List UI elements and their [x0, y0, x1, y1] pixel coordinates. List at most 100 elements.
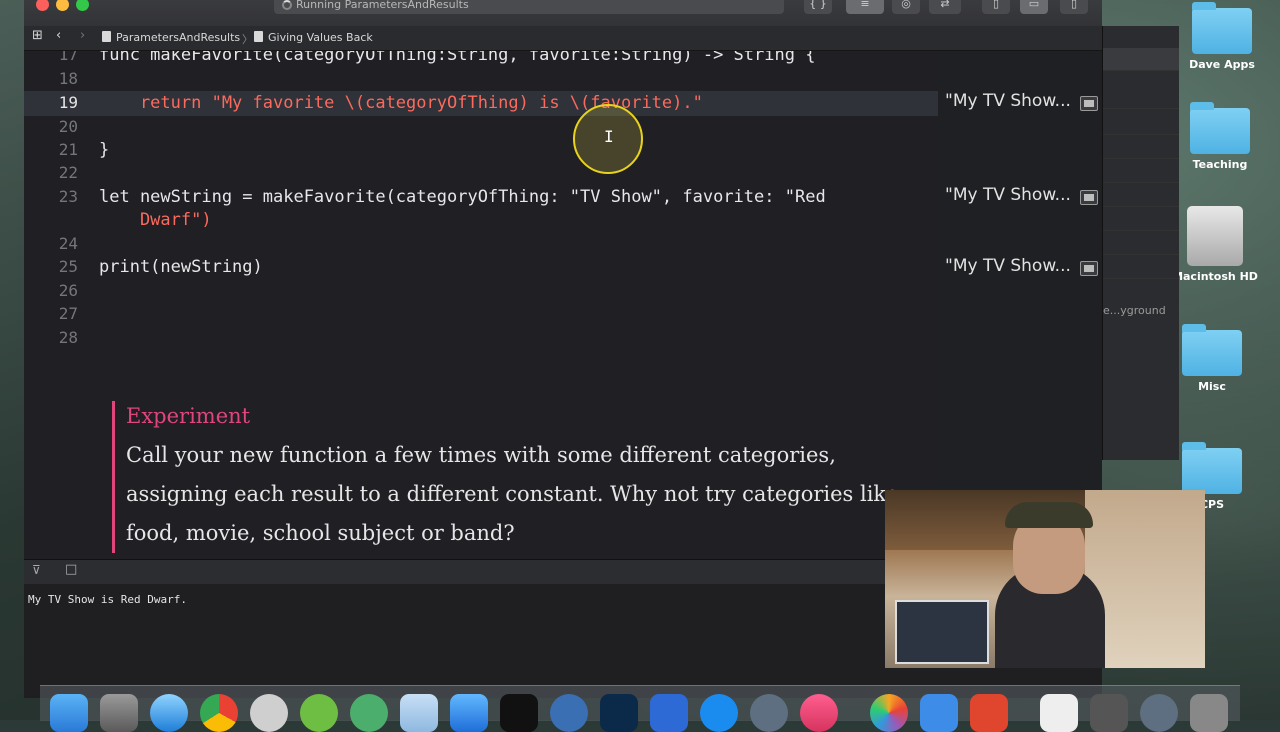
version-editor-button[interactable]: ⇄: [929, 0, 961, 14]
background-window-row: [1103, 48, 1179, 71]
code-line-17[interactable]: func makeFavorite(categoryOfThing:String…: [99, 51, 815, 65]
background-window-row: [1103, 256, 1179, 279]
desktop-folder-dave-apps[interactable]: Dave Apps: [1177, 2, 1267, 71]
quick-look-icon[interactable]: [1080, 96, 1098, 111]
result-value[interactable]: "My TV Show...: [945, 185, 1071, 205]
line-number: 27: [58, 304, 78, 323]
line-number: 19: [58, 93, 78, 112]
background-window-row: [1103, 160, 1179, 183]
photoshop-icon[interactable]: [600, 694, 638, 732]
desktop-icon-label: Teaching: [1192, 158, 1248, 171]
standard-editor-button[interactable]: ≡: [846, 0, 884, 14]
result-value[interactable]: "My TV Show...: [945, 91, 1071, 111]
code-line-17-text: func makeFavorite(categoryOfThing:String…: [99, 51, 816, 65]
mindnode-icon[interactable]: [250, 694, 288, 732]
terminal-icon[interactable]: [500, 694, 538, 732]
background-window-label: e...yground: [1103, 304, 1166, 317]
trash-icon[interactable]: [1190, 694, 1228, 732]
webcam-laptop: [895, 600, 989, 664]
ibeam-cursor-icon: I: [604, 127, 614, 146]
atom-icon[interactable]: [350, 694, 388, 732]
desktop-icon-label: Dave Apps: [1189, 58, 1255, 71]
hide-debug-area-icon[interactable]: ⊽: [32, 563, 41, 577]
line-number: 25: [58, 257, 78, 276]
code-line-21[interactable]: }: [99, 140, 109, 160]
code-line-23-wrap-text: Dwarf"): [99, 210, 212, 230]
experiment-body: Call your new function a few times with …: [126, 443, 899, 545]
app-store-icon[interactable]: [700, 694, 738, 732]
code-editor[interactable]: 17 18 19 20 21 22 23 24 25 26 27 28 func…: [24, 51, 938, 559]
breadcrumb-project[interactable]: ParametersAndResults: [102, 31, 240, 44]
result-value[interactable]: "My TV Show...: [945, 256, 1071, 276]
breadcrumb-separator: 〉: [242, 33, 253, 46]
line-number: 26: [58, 281, 78, 300]
clear-console-icon[interactable]: □: [65, 562, 77, 577]
background-window[interactable]: e...yground: [1102, 26, 1179, 460]
left-panel-icon: ▯: [992, 0, 1000, 10]
line-number: 18: [58, 69, 78, 88]
activity-text: Running ParametersAndResults: [296, 0, 469, 11]
app-icon[interactable]: [400, 694, 438, 732]
desktop-icon-label: Macintosh HD: [1172, 270, 1258, 283]
file-icon: [102, 31, 111, 42]
dock: [40, 685, 1240, 732]
app-icon[interactable]: [1140, 694, 1178, 732]
assistant-editor-button[interactable]: ◎: [892, 0, 920, 14]
quicktime-icon[interactable]: [750, 694, 788, 732]
photos-icon[interactable]: [870, 694, 908, 732]
minimize-window-button[interactable]: [56, 0, 69, 11]
line-number: 17: [58, 51, 78, 64]
navigator-toggle-button[interactable]: ▯: [982, 0, 1010, 14]
document-icon[interactable]: [1040, 694, 1078, 732]
desktop-folder-misc[interactable]: Misc: [1167, 324, 1257, 393]
braces-icon: { }: [809, 0, 827, 10]
close-window-button[interactable]: [36, 0, 49, 11]
code-line-23-text: let newString = makeFavorite(categoryOfT…: [99, 187, 826, 207]
background-window-row: [1103, 112, 1179, 135]
sourcetree-icon[interactable]: [300, 694, 338, 732]
bottom-panel-icon: ▭: [1028, 0, 1040, 10]
zoom-window-button[interactable]: [76, 0, 89, 11]
line-number: 23: [58, 187, 78, 206]
background-window-row: [1103, 232, 1179, 255]
app-icon[interactable]: [920, 694, 958, 732]
experiment-callout: Experiment Call your new function a few …: [112, 401, 926, 553]
app-icon[interactable]: [550, 694, 588, 732]
code-line-25[interactable]: print(newString): [99, 257, 263, 277]
back-arrow-icon[interactable]: ‹: [56, 28, 61, 43]
app-icon[interactable]: [650, 694, 688, 732]
finder-icon[interactable]: [50, 694, 88, 732]
system-preferences-icon[interactable]: [100, 694, 138, 732]
chrome-icon[interactable]: [200, 694, 238, 732]
jump-bar: ⊞ ‹ › ParametersAndResults 〉 Giving Valu…: [24, 26, 1102, 51]
folder-icon: [1182, 442, 1242, 494]
arrows-icon: ⇄: [940, 0, 950, 10]
code-line-23-wrap[interactable]: Dwarf"): [99, 210, 212, 230]
results-sidebar: "My TV Show... "My TV Show... "My TV Sho…: [938, 51, 1102, 559]
quick-look-icon[interactable]: [1080, 190, 1098, 205]
related-items-icon[interactable]: ⊞: [32, 28, 43, 43]
desktop-folder-teaching[interactable]: Teaching: [1175, 102, 1265, 171]
code-review-button[interactable]: { }: [804, 0, 832, 14]
webcam-overlay: [885, 490, 1205, 668]
safari-icon[interactable]: [150, 694, 188, 732]
forward-arrow-icon[interactable]: ›: [80, 28, 85, 43]
hard-drive-icon: [1187, 206, 1243, 266]
quick-look-icon[interactable]: [1080, 261, 1098, 276]
app-icon[interactable]: [970, 694, 1008, 732]
desktop-drive-macintosh-hd[interactable]: Macintosh HD: [1170, 206, 1260, 283]
xcode-icon[interactable]: [450, 694, 488, 732]
line-number: 28: [58, 328, 78, 347]
inspector-toggle-button[interactable]: ▯: [1060, 0, 1088, 14]
desktop-icon-label: Misc: [1198, 380, 1226, 393]
itunes-icon[interactable]: [800, 694, 838, 732]
debug-area-toggle-button[interactable]: ▭: [1020, 0, 1048, 14]
app-icon[interactable]: [1090, 694, 1128, 732]
code-line-23[interactable]: let newString = makeFavorite(categoryOfT…: [99, 187, 826, 207]
breadcrumb-project-label: ParametersAndResults: [116, 31, 241, 44]
page-icon: [254, 31, 263, 42]
background-window-row: [1103, 184, 1179, 207]
breadcrumb-page[interactable]: Giving Values Back: [254, 31, 373, 44]
activity-viewer: Running ParametersAndResults: [274, 0, 784, 14]
folder-icon: [1192, 2, 1252, 54]
